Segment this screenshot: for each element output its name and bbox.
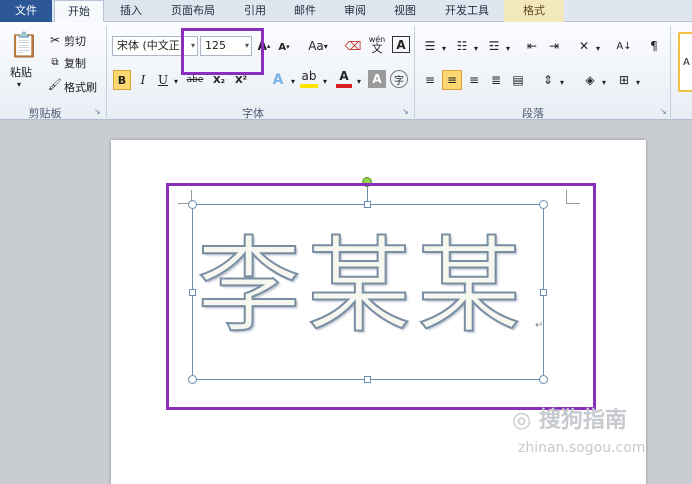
chevron-down-icon[interactable]: ▾: [594, 38, 602, 58]
font-launcher-icon[interactable]: ↘: [402, 107, 409, 116]
watermark-text: 搜狗指南: [538, 408, 627, 433]
chevron-down-icon[interactable]: ▾: [354, 71, 364, 91]
styles-gallery[interactable]: A: [678, 32, 692, 92]
format-painter-icon[interactable]: 🖌: [48, 74, 62, 94]
chevron-down-icon[interactable]: ▾: [440, 38, 448, 58]
font-name-value: 宋体 (中文正: [117, 39, 180, 52]
watermark-logo: ◎ 搜狗指南: [512, 402, 627, 434]
line-spacing-icon[interactable]: ⇕: [538, 70, 558, 90]
group-divider: [414, 26, 415, 118]
character-border-button[interactable]: A: [392, 36, 410, 53]
paste-dropdown-icon[interactable]: ▾: [17, 80, 21, 89]
show-marks-icon[interactable]: ¶: [646, 36, 662, 56]
chevron-down-icon: ▾: [323, 41, 328, 51]
numbering-icon[interactable]: ☷: [452, 36, 472, 56]
sort-icon[interactable]: A↓: [614, 36, 634, 56]
font-group-label: 字体: [242, 107, 264, 120]
tab-developer[interactable]: 开发工具: [432, 0, 502, 22]
chevron-down-icon[interactable]: ▾: [472, 38, 480, 58]
chevron-down-icon[interactable]: ▾: [288, 71, 298, 91]
chevron-down-icon[interactable]: ▾: [320, 71, 330, 91]
align-left-icon[interactable]: ≡: [420, 70, 440, 90]
highlight-color-icon[interactable]: ab: [300, 68, 318, 88]
group-divider: [670, 26, 671, 118]
ribbon: 📋 粘贴 ▾ ✂ 剪切 ⧉ 复制 🖌 格式刷 剪贴板 ↘ 宋体 (中文正 ▾ 1…: [0, 22, 692, 120]
multilevel-list-icon[interactable]: ☲: [484, 36, 504, 56]
chevron-down-icon[interactable]: ▾: [171, 71, 181, 91]
watermark-icon: ◎: [512, 408, 532, 433]
increase-indent-icon[interactable]: ⇥: [544, 36, 564, 56]
chevron-down-icon[interactable]: ▾: [504, 38, 512, 58]
watermark-url: zhinan.sogou.com: [518, 440, 646, 456]
character-shading-button[interactable]: A: [368, 70, 386, 88]
bold-button[interactable]: B: [113, 70, 131, 90]
paste-icon[interactable]: 📋: [8, 28, 40, 62]
tab-format[interactable]: 格式: [504, 0, 564, 22]
bullets-icon[interactable]: ☰: [420, 36, 440, 56]
ribbon-tab-bar: 文件 开始 插入 页面布局 引用 邮件 审阅 视图 开发工具 格式: [0, 0, 692, 23]
justify-icon[interactable]: ≣: [486, 70, 506, 90]
tab-review[interactable]: 审阅: [332, 0, 378, 22]
text-effects-icon[interactable]: A: [268, 70, 288, 90]
cut-button[interactable]: 剪切: [64, 33, 86, 49]
decrease-indent-icon[interactable]: ⇤: [522, 36, 542, 56]
tab-references[interactable]: 引用: [232, 0, 278, 22]
chevron-down-icon[interactable]: ▾: [558, 72, 566, 92]
shading-icon[interactable]: ◈: [580, 70, 600, 90]
change-case-label: Aa: [308, 39, 324, 53]
tab-home[interactable]: 开始: [54, 0, 104, 23]
wordart-highlight-box: [166, 183, 596, 410]
format-painter-button[interactable]: 格式刷: [64, 79, 97, 95]
align-center-icon[interactable]: ≡: [442, 70, 462, 90]
shrink-font-icon[interactable]: A ▾: [276, 37, 292, 57]
underline-button[interactable]: U: [155, 70, 171, 90]
tab-view[interactable]: 视图: [382, 0, 428, 22]
clear-formatting-icon[interactable]: ⌫: [344, 36, 362, 56]
italic-button[interactable]: I: [135, 70, 151, 90]
chevron-down-icon[interactable]: ▾: [634, 72, 642, 92]
font-color-icon[interactable]: A: [336, 68, 352, 88]
tab-page-layout[interactable]: 页面布局: [158, 0, 228, 22]
align-right-icon[interactable]: ≡: [464, 70, 484, 90]
phonetic-guide-icon[interactable]: wén 文: [366, 34, 388, 54]
borders-icon[interactable]: ⊞: [614, 70, 634, 90]
enclose-characters-icon[interactable]: 字: [390, 70, 408, 88]
distributed-icon[interactable]: ▤: [508, 70, 528, 90]
scissors-icon[interactable]: ✂: [48, 30, 62, 50]
chevron-down-icon[interactable]: ▾: [600, 72, 608, 92]
tab-insert[interactable]: 插入: [108, 0, 154, 22]
clipboard-group-label: 剪贴板: [28, 107, 62, 120]
copy-icon[interactable]: ⧉: [48, 52, 62, 72]
tab-mailings[interactable]: 邮件: [282, 0, 328, 22]
phonetic-char-icon: 文: [371, 42, 383, 55]
tab-file[interactable]: 文件: [0, 0, 52, 22]
paste-button[interactable]: 粘贴: [10, 64, 32, 80]
paragraph-group-label: 段落: [522, 107, 544, 120]
font-size-highlight-box: [181, 28, 264, 75]
group-divider: [106, 26, 107, 118]
clipboard-launcher-icon[interactable]: ↘: [94, 107, 101, 116]
copy-button[interactable]: 复制: [64, 55, 86, 71]
paragraph-launcher-icon[interactable]: ↘: [660, 107, 667, 116]
chinese-layout-icon[interactable]: ✕: [574, 36, 594, 56]
change-case-button[interactable]: Aa ▾: [302, 36, 334, 56]
